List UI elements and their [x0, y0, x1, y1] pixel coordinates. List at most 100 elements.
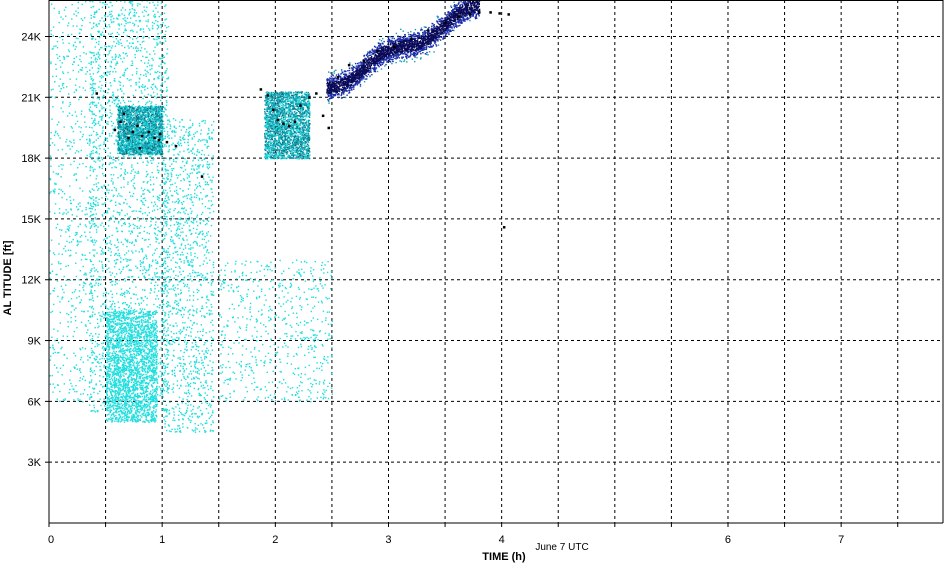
echo-point [90, 370, 93, 372]
echo-point [123, 383, 125, 385]
echo-point [92, 214, 94, 216]
echo-point [67, 71, 69, 74]
echo-point [128, 380, 130, 383]
echo-point [95, 224, 97, 227]
echo-point [139, 396, 141, 398]
echo-point [142, 262, 144, 264]
echo-point [145, 364, 147, 367]
echo-point [63, 275, 65, 278]
echo-point [50, 61, 52, 63]
echo-point [141, 346, 144, 348]
echo-point [112, 215, 114, 217]
echo-point [93, 400, 95, 402]
echo-point [151, 392, 154, 394]
echo-point [133, 187, 136, 189]
echo-point [118, 54, 121, 56]
echo-point [132, 404, 134, 407]
echo-point [140, 195, 142, 197]
echo-point [131, 166, 133, 168]
echo-point [146, 164, 148, 166]
echo-point [107, 330, 109, 332]
echo-point [67, 55, 70, 57]
echo-point [119, 272, 122, 274]
echo-point [90, 289, 92, 291]
echo-point [146, 182, 148, 184]
echo-point [128, 405, 131, 407]
echo-point [75, 15, 78, 17]
echo-point [166, 270, 168, 272]
echo-point [112, 343, 114, 345]
echo-point [108, 52, 110, 54]
echo-point [149, 344, 151, 346]
echo-point [124, 354, 126, 356]
echo-point [164, 40, 167, 42]
echo-point [146, 400, 149, 403]
echo-point [159, 265, 161, 268]
echo-point [110, 254, 112, 257]
echo-point [114, 420, 116, 422]
echo-point [119, 387, 121, 389]
echo-point [50, 239, 53, 241]
echo-point [139, 260, 141, 262]
echo-point [89, 155, 91, 158]
echo-point [128, 416, 130, 418]
echo-point [127, 276, 129, 278]
echo-point [164, 235, 166, 237]
echo-point [67, 49, 70, 51]
echo-point [136, 172, 138, 174]
echo-point [111, 94, 114, 97]
echo-point [131, 250, 133, 252]
echo-point [132, 47, 135, 49]
echo-point [84, 379, 86, 382]
echo-point [133, 337, 135, 339]
echo-point [122, 393, 125, 395]
echo-point [131, 349, 134, 351]
echo-point [91, 27, 93, 30]
echo-point [79, 40, 81, 43]
echo-point [133, 293, 135, 295]
echo-point [122, 317, 125, 319]
echo-point [116, 356, 119, 358]
echo-point [68, 255, 71, 257]
echo-point [124, 373, 127, 375]
echo-point [141, 321, 143, 323]
echo-point [148, 355, 151, 357]
echo-point [99, 58, 101, 60]
echo-point [152, 331, 155, 333]
echo-point [144, 407, 146, 409]
echo-point [110, 339, 113, 341]
echo-point [136, 225, 138, 228]
echo-point [123, 186, 125, 188]
echo-point [73, 309, 76, 311]
echo-point [96, 147, 98, 150]
echo-point [83, 285, 85, 287]
echo-point [80, 60, 82, 63]
echo-point [136, 345, 138, 347]
echo-point [53, 328, 55, 330]
echo-point [99, 398, 101, 400]
echo-point [124, 387, 127, 390]
echo-point [100, 404, 102, 407]
echo-point [125, 369, 128, 371]
echo-point [126, 395, 129, 398]
echo-point [110, 180, 113, 182]
echo-point [92, 5, 95, 8]
echo-point [136, 5, 139, 7]
echo-point [121, 90, 123, 92]
echo-point [140, 373, 142, 375]
echo-point [151, 350, 153, 352]
echo-point [118, 43, 120, 45]
echo-point [138, 232, 140, 234]
echo-point [92, 362, 94, 364]
echo-point [167, 209, 170, 212]
echo-point [112, 335, 114, 337]
echo-point [142, 84, 144, 86]
echo-point [105, 329, 108, 332]
echo-point [121, 341, 124, 343]
echo-point [150, 416, 152, 418]
echo-point [61, 229, 63, 231]
echo-point [133, 345, 136, 347]
echo-point [140, 47, 143, 49]
echo-point [132, 387, 134, 389]
echo-point [132, 22, 134, 24]
